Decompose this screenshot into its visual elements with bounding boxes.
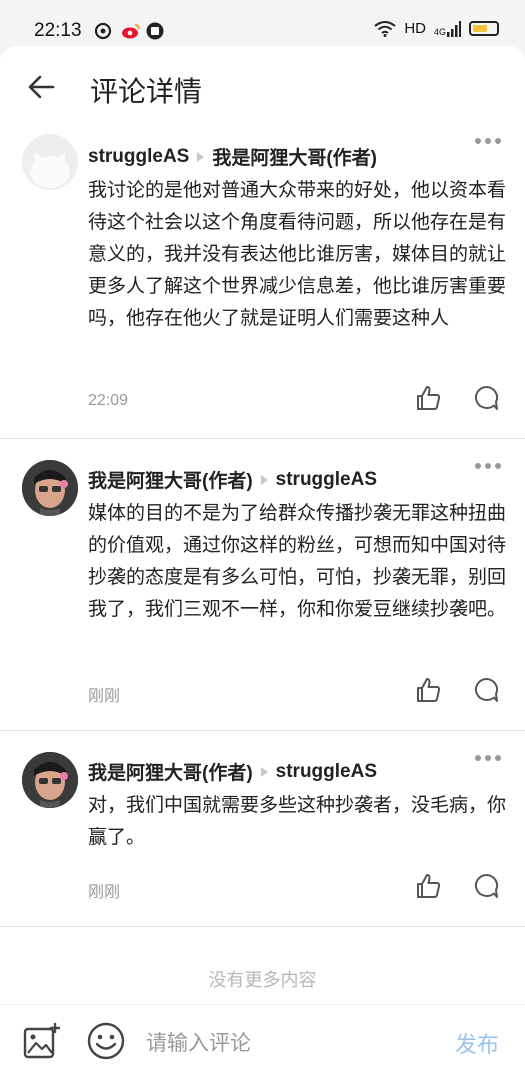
avatar[interactable] [22, 752, 78, 808]
weibo-notification-icon [122, 24, 140, 39]
image-upload-icon[interactable] [22, 1021, 62, 1061]
comment-time: 刚刚 [88, 688, 121, 705]
comment-text: 我讨论的是他对普通大众带来的好处，他以资本看待这个社会以这个角度看待问题，所以他… [88, 179, 507, 329]
wifi-icon [374, 20, 396, 37]
more-options-icon[interactable] [475, 755, 501, 765]
status-time: 22:13 [34, 20, 82, 41]
more-options-icon[interactable] [475, 138, 501, 148]
comment-author[interactable]: 我是阿狸大哥(作者) [88, 466, 253, 493]
reply-arrow-icon [197, 151, 205, 162]
comment-input-bar: 发布 [0, 1004, 525, 1080]
comment-text: 对，我们中国就需要多些这种抄袭者，没毛病，你赢了。 [88, 794, 507, 848]
like-icon[interactable] [414, 872, 442, 900]
comment-reply-to[interactable]: 我是阿狸大哥(作者) [212, 143, 377, 170]
signal-icon [447, 20, 461, 37]
divider [0, 730, 525, 731]
comment-names: struggleAS 我是阿狸大哥(作者) [88, 143, 377, 170]
reply-comment-icon[interactable] [472, 676, 500, 704]
header: 评论详情 [0, 46, 525, 130]
comment-time: 刚刚 [88, 884, 121, 901]
more-options-icon[interactable] [475, 463, 501, 473]
back-arrow-icon[interactable] [26, 72, 56, 102]
comment-time: 22:09 [88, 392, 129, 409]
divider [0, 926, 525, 927]
zhihu-notification-icon [146, 22, 164, 40]
comment-author[interactable]: struggleAS [88, 146, 189, 168]
emoji-icon[interactable] [86, 1021, 126, 1061]
page-title: 评论详情 [90, 75, 203, 108]
like-icon[interactable] [414, 384, 442, 412]
comment-text: 媒体的目的不是为了给群众传播抄袭无罪这种扭曲的价值观，通过你这样的粉丝，可想而知… [88, 502, 507, 620]
comment-reply-to[interactable]: struggleAS [276, 761, 377, 783]
publish-button[interactable]: 发布 [455, 1027, 499, 1059]
network-type: HD [404, 20, 426, 37]
comment-names: 我是阿狸大哥(作者) struggleAS [88, 758, 377, 785]
comment-input[interactable] [146, 1023, 426, 1063]
reply-arrow-icon [260, 766, 268, 777]
like-icon[interactable] [414, 676, 442, 704]
status-right: HD 4G [374, 20, 499, 37]
comment-reply-to[interactable]: struggleAS [276, 469, 377, 491]
avatar[interactable] [22, 134, 78, 190]
battery-icon [469, 21, 499, 36]
app-notification-icon [94, 22, 112, 40]
comment-author[interactable]: 我是阿狸大哥(作者) [88, 758, 253, 785]
reply-arrow-icon [260, 474, 268, 485]
signal-type: 4G [433, 26, 446, 37]
avatar[interactable] [22, 460, 78, 516]
reply-comment-icon[interactable] [472, 872, 500, 900]
reply-comment-icon[interactable] [472, 384, 500, 412]
no-more-content: 没有更多内容 [208, 970, 317, 991]
divider [0, 438, 525, 439]
comment-names: 我是阿狸大哥(作者) struggleAS [88, 466, 377, 493]
